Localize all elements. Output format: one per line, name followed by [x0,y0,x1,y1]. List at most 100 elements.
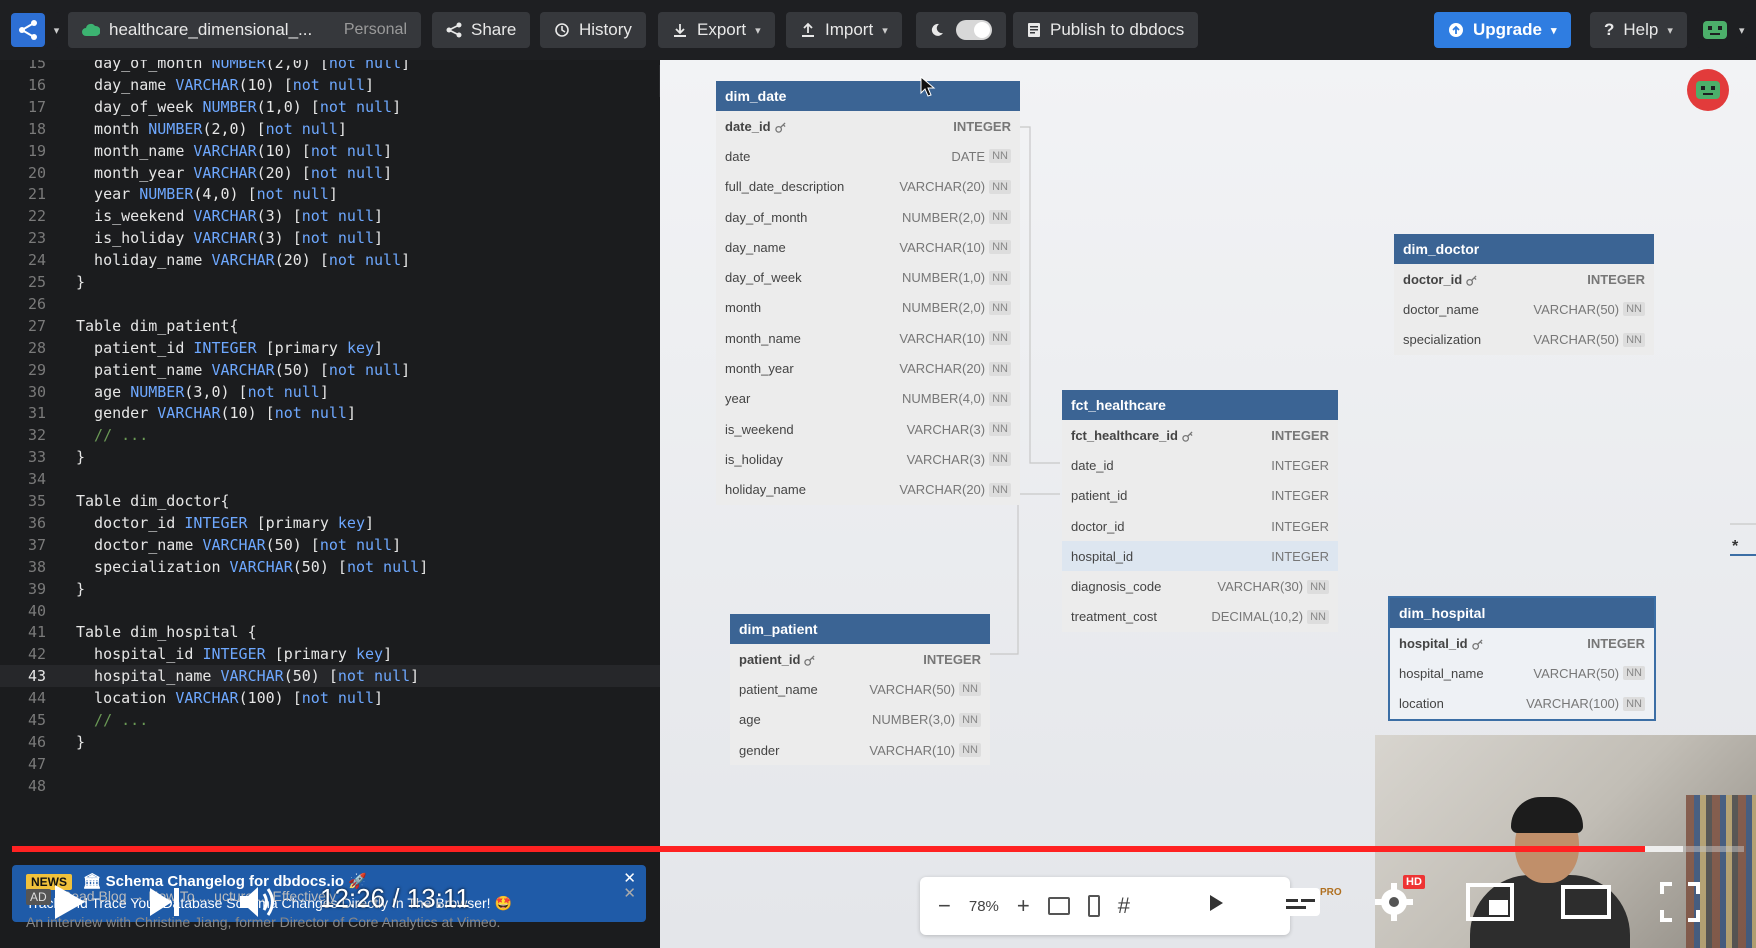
code-line[interactable]: 36 doctor_id INTEGER [primary key] [0,512,660,534]
next-button[interactable] [145,882,185,922]
table-column-row[interactable]: patient_id INTEGER [730,644,990,674]
project-name-button[interactable]: healthcare_dimensional_... Personal [68,12,421,48]
table-column-row[interactable]: age NUMBER(3,0) NN [730,705,990,735]
code-editor[interactable]: 15 day_of_month NUMBER(2,0) [not null] 16… [0,60,660,948]
table-column-row[interactable]: full_date_description VARCHAR(20) NN [716,172,1020,202]
autoplay-toggle[interactable] [1193,880,1239,926]
publish-dbdocs-button[interactable]: Publish to dbdocs [1013,12,1199,48]
table-dim-patient[interactable]: dim_patient patient_id INTEGER patient_name… [730,614,990,766]
code-line[interactable]: 38 specialization VARCHAR(50) [not null] [0,556,660,578]
table-header[interactable]: dim_patient [730,614,990,644]
code-line[interactable]: 45 // ... [0,709,660,731]
code-line[interactable]: 22 is_weekend VARCHAR(3) [not null] [0,205,660,227]
dark-mode-toggle[interactable] [916,12,1006,48]
table-column-row[interactable]: day_of_month NUMBER(2,0) NN [716,202,1020,232]
table-column-row[interactable]: treatment_cost DECIMAL(10,2) NN [1062,602,1338,632]
code-line[interactable]: 16 day_name VARCHAR(10) [not null] [0,74,660,96]
code-line[interactable]: 18 month NUMBER(2,0) [not null] [0,118,660,140]
play-button[interactable] [48,880,92,924]
code-line[interactable]: 39} [0,578,660,600]
import-button[interactable]: Import ▾ [786,12,902,48]
code-line[interactable]: 29 patient_name VARCHAR(50) [not null] [0,359,660,381]
code-line[interactable]: 19 month_name VARCHAR(10) [not null] [0,140,660,162]
code-line[interactable]: 44 location VARCHAR(100) [not null] [0,687,660,709]
table-column-row[interactable]: month_year VARCHAR(20) NN [716,353,1020,383]
table-column-row[interactable]: date_id INTEGER [1062,450,1338,480]
table-column-row[interactable]: patient_id INTEGER [1062,481,1338,511]
table-column-row[interactable]: doctor_id INTEGER [1394,264,1654,294]
fullscreen-button[interactable] [1658,880,1702,924]
code-line[interactable]: 26 [0,293,660,315]
code-line[interactable]: 28 patient_id INTEGER [primary key] [0,337,660,359]
table-fct-healthcare[interactable]: fct_healthcare fct_healthcare_id INTEGER da… [1062,390,1338,633]
app-menu-button[interactable]: ▾ [10,12,60,48]
subtitles-button[interactable] [1278,884,1322,920]
table-dim-doctor[interactable]: dim_doctor doctor_id INTEGER doctor_name VAR… [1394,234,1654,355]
theater-mode-button[interactable] [1560,880,1612,924]
toggle-switch[interactable] [956,20,992,40]
code-line[interactable]: 15 day_of_month NUMBER(2,0) [not null] [0,60,660,74]
table-column-row[interactable]: is_weekend VARCHAR(3) NN [716,414,1020,444]
video-progress-bar[interactable] [12,846,1645,852]
table-column-row[interactable]: holiday_name VARCHAR(20) NN [716,475,1020,505]
user-avatar-button[interactable]: ▾ [1696,12,1749,48]
table-column-row[interactable]: date_id INTEGER [716,111,1020,141]
table-header[interactable]: dim_hospital [1390,598,1654,628]
code-line[interactable]: 43 hospital_name VARCHAR(50) [not null] [0,665,660,688]
code-line[interactable]: 24 holiday_name VARCHAR(20) [not null] [0,249,660,271]
code-line[interactable]: 25} [0,271,660,293]
table-header[interactable]: dim_doctor [1394,234,1654,264]
code-line[interactable]: 48 [0,775,660,797]
miniplayer-button[interactable] [1465,880,1515,924]
auto-arrange-icon[interactable] [1087,895,1100,917]
table-column-row[interactable]: specialization VARCHAR(50) NN [1394,325,1654,355]
table-dim-date[interactable]: dim_date date_id INTEGER date DATE NN full_dat… [716,81,1020,505]
table-column-row[interactable]: month NUMBER(2,0) NN [716,293,1020,323]
code-line[interactable]: 21 year NUMBER(4,0) [not null] [0,183,660,205]
share-button[interactable]: Share [432,12,531,48]
collaborator-avatar[interactable] [1687,69,1729,111]
table-column-row[interactable]: location VARCHAR(100) NN [1390,689,1654,719]
table-column-row[interactable]: hospital_name VARCHAR(50) NN [1390,658,1654,688]
code-line[interactable]: 33} [0,446,660,468]
code-line[interactable]: 20 month_year VARCHAR(20) [not null] [0,162,660,184]
code-line[interactable]: 37 doctor_name VARCHAR(50) [not null] [0,534,660,556]
zoom-in-button[interactable]: + [1017,893,1030,919]
code-line[interactable]: 17 day_of_week NUMBER(1,0) [not null] [0,96,660,118]
history-button[interactable]: History [540,12,646,48]
code-line[interactable]: 23 is_holiday VARCHAR(3) [not null] [0,227,660,249]
close-icon[interactable]: ✕ [623,884,636,902]
table-column-row[interactable]: day_name VARCHAR(10) NN [716,232,1020,262]
table-column-row[interactable]: hospital_id INTEGER [1062,541,1338,572]
code-line[interactable]: 40 [0,600,660,622]
code-line[interactable]: 31 gender VARCHAR(10) [not null] [0,402,660,424]
table-column-row[interactable]: diagnosis_code VARCHAR(30) NN [1062,571,1338,601]
table-column-row[interactable]: month_name VARCHAR(10) NN [716,323,1020,353]
code-line[interactable]: 42 hospital_id INTEGER [primary key] [0,643,660,665]
table-dim-hospital[interactable]: dim_hospital hospital_id INTEGER hospital_n… [1388,596,1656,721]
upgrade-button[interactable]: Upgrade ▾ [1434,12,1571,48]
code-line[interactable]: 30 age NUMBER(3,0) [not null] [0,381,660,403]
table-column-row[interactable]: doctor_id INTEGER [1062,511,1338,541]
fit-view-icon[interactable] [1047,897,1070,915]
code-line[interactable]: 47 [0,753,660,775]
volume-button[interactable] [236,880,280,924]
help-button[interactable]: ? Help ▾ [1590,12,1687,48]
grid-icon[interactable]: # [1118,893,1130,919]
code-line[interactable]: 46} [0,731,660,753]
code-line[interactable]: 41 Table dim_hospital { [0,621,660,643]
export-button[interactable]: Export ▾ [658,12,775,48]
table-column-row[interactable]: gender VARCHAR(10) NN [730,735,990,765]
zoom-out-button[interactable]: − [938,893,951,919]
code-line[interactable]: 27 Table dim_patient{ [0,315,660,337]
table-column-row[interactable]: is_holiday VARCHAR(3) NN [716,444,1020,474]
table-column-row[interactable]: day_of_week NUMBER(1,0) NN [716,262,1020,292]
table-header[interactable]: dim_date [716,81,1020,111]
code-line[interactable]: 34 [0,468,660,490]
table-column-row[interactable]: doctor_name VARCHAR(50) NN [1394,294,1654,324]
code-line[interactable]: 32 // ... [0,424,660,446]
table-header[interactable]: fct_healthcare [1062,390,1338,420]
table-column-row[interactable]: year NUMBER(4,0) NN [716,384,1020,414]
table-column-row[interactable]: patient_name VARCHAR(50) NN [730,674,990,704]
table-column-row[interactable]: fct_healthcare_id INTEGER [1062,420,1338,450]
